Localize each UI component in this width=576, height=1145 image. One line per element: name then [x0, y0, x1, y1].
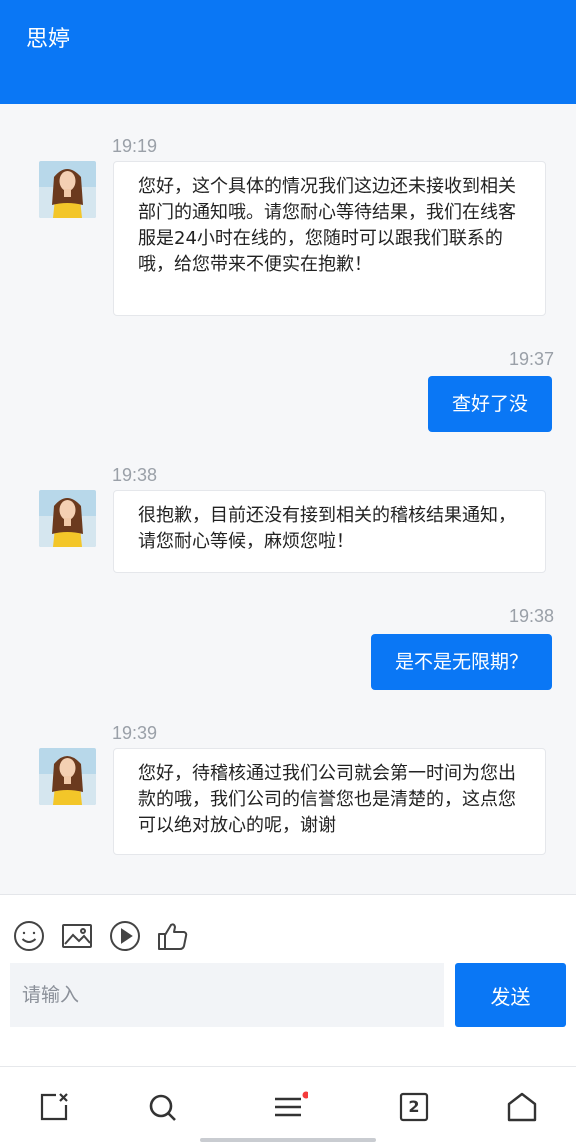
image-icon[interactable] — [60, 919, 94, 953]
thumbs-up-icon[interactable] — [156, 919, 190, 953]
avatar[interactable] — [39, 161, 96, 218]
message-bubble-incoming[interactable]: 很抱歉，目前还没有接到相关的稽核结果通知，请您耐心等候，麻烦您啦！ — [113, 490, 546, 573]
message-timestamp: 19:39 — [112, 723, 158, 743]
home-icon[interactable] — [506, 1091, 538, 1123]
message-composer: 发送 — [0, 894, 576, 1067]
tab-count: 2 — [408, 1097, 420, 1116]
message-input[interactable] — [10, 963, 444, 1027]
avatar[interactable] — [39, 490, 96, 547]
bottom-navigation-bar: 2 — [0, 1066, 576, 1145]
avatar[interactable] — [39, 748, 96, 805]
chat-header: 思婷 — [0, 0, 576, 104]
home-indicator — [200, 1138, 376, 1142]
close-tab-icon[interactable] — [38, 1091, 70, 1123]
menu-icon[interactable] — [272, 1091, 310, 1123]
contact-name: 思婷 — [26, 27, 71, 52]
message-bubble-incoming[interactable]: 您好，待稽核通过我们公司就会第一时间为您出款的哦，我们公司的信誉您也是清楚的，这… — [113, 748, 546, 855]
search-icon[interactable] — [146, 1091, 178, 1123]
message-list[interactable]: 19:19 您好，这个具体的情况我们这边还未接收到相关部门的通知哦。请您耐心等待… — [0, 104, 576, 894]
message-bubble-outgoing[interactable]: 查好了没 — [427, 376, 552, 432]
video-icon[interactable] — [108, 919, 142, 953]
message-timestamp: 19:38 — [508, 606, 554, 626]
message-bubble-incoming[interactable]: 您好，这个具体的情况我们这边还未接收到相关部门的通知哦。请您耐心等待结果，我们在… — [113, 161, 546, 316]
send-button[interactable]: 发送 — [455, 963, 566, 1027]
message-timestamp: 19:19 — [112, 136, 158, 156]
message-timestamp: 19:37 — [508, 349, 554, 369]
message-bubble-outgoing[interactable]: 是不是无限期？ — [370, 634, 552, 690]
emoji-icon[interactable] — [12, 919, 46, 953]
message-timestamp: 19:38 — [112, 465, 158, 485]
tabs-icon[interactable]: 2 — [398, 1091, 430, 1123]
